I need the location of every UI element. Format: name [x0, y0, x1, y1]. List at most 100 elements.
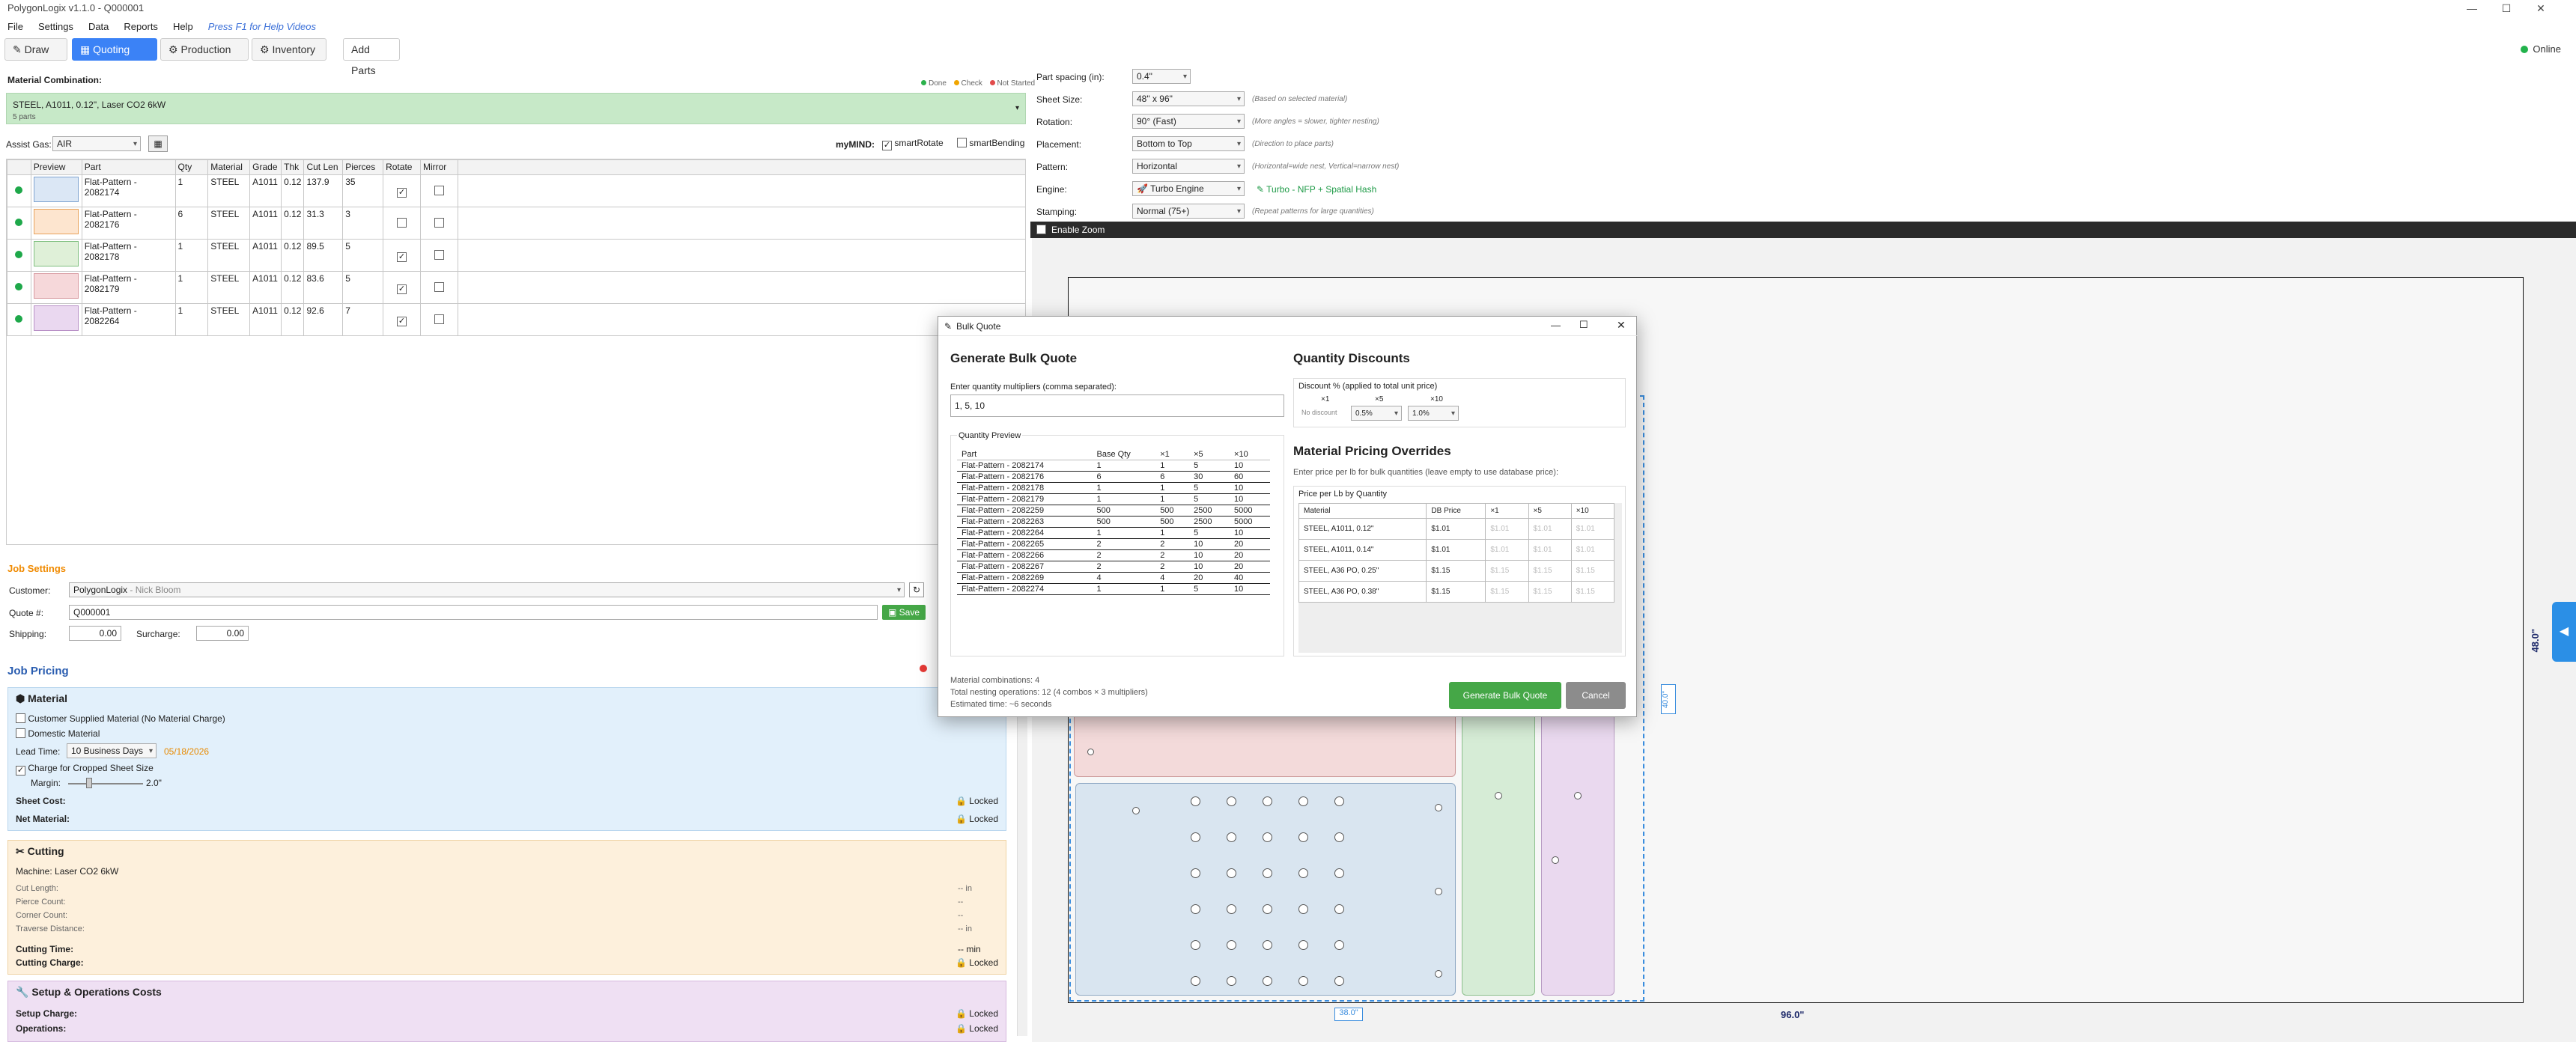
- maximize-icon[interactable]: ☐: [2489, 0, 2524, 16]
- tab-inventory[interactable]: ⚙ Inventory: [252, 38, 326, 61]
- mirror-checkbox[interactable]: [434, 314, 444, 324]
- discount-10-select[interactable]: 1.0%: [1408, 406, 1459, 421]
- col-pierces[interactable]: Pierces: [342, 159, 384, 175]
- rotate-checkbox[interactable]: ✓: [397, 284, 407, 294]
- ppl-override-input[interactable]: $1.15: [1528, 581, 1572, 603]
- col-rotate[interactable]: Rotate: [383, 159, 421, 175]
- sheet-size-select[interactable]: 48" x 96": [1132, 91, 1245, 106]
- crop-toggle[interactable]: ✓ Charge for Cropped Sheet Size: [16, 763, 154, 776]
- table-row[interactable]: Flat-Pattern - 2082178 1 STEEL A1011 0.12 89.…: [7, 239, 1025, 272]
- cell-mirror[interactable]: [419, 174, 458, 207]
- menu-help[interactable]: Help: [165, 18, 201, 32]
- placement-select[interactable]: Bottom to Top: [1132, 136, 1245, 151]
- save-button[interactable]: ▣ Save: [882, 605, 926, 620]
- cell-rotate[interactable]: ✓: [383, 174, 421, 207]
- col-material[interactable]: Material: [207, 159, 251, 175]
- tab-quoting[interactable]: ▦ Quoting: [72, 38, 157, 61]
- quote-number-input[interactable]: Q000001: [69, 605, 878, 620]
- nested-part-blue[interactable]: [1075, 783, 1456, 996]
- pattern-select[interactable]: Horizontal: [1132, 159, 1245, 174]
- refresh-icon[interactable]: ↻: [909, 582, 924, 597]
- mirror-checkbox[interactable]: [434, 218, 444, 228]
- lead-time-select[interactable]: 10 Business Days: [67, 743, 157, 758]
- ppl-override-input[interactable]: $1.01: [1528, 518, 1572, 540]
- close-icon[interactable]: ✕: [2524, 0, 2558, 16]
- engine-select[interactable]: 🚀 Turbo Engine: [1132, 181, 1245, 196]
- generate-bulk-quote-button[interactable]: Generate Bulk Quote: [1449, 682, 1561, 709]
- col-grade[interactable]: Grade: [249, 159, 282, 175]
- col-part[interactable]: Part: [81, 159, 176, 175]
- cell-rotate[interactable]: [383, 207, 421, 240]
- shipping-input[interactable]: 0.00: [69, 626, 121, 641]
- ppl-override-input[interactable]: $1.01: [1570, 518, 1615, 540]
- cell-rotate[interactable]: ✓: [383, 271, 421, 304]
- col-thk[interactable]: Thk: [281, 159, 305, 175]
- menu-reports[interactable]: Reports: [116, 18, 165, 32]
- ppl-override-input[interactable]: $1.01: [1485, 539, 1529, 561]
- dialog-maximize-icon[interactable]: ☐: [1579, 319, 1588, 331]
- rotation-select[interactable]: 90° (Fast): [1132, 114, 1245, 129]
- surcharge-input[interactable]: 0.00: [196, 626, 249, 641]
- col-preview[interactable]: Preview: [30, 159, 82, 175]
- margin-slider-handle[interactable]: [86, 778, 92, 788]
- cell-rotate[interactable]: ✓: [383, 303, 421, 336]
- tab-production[interactable]: ⚙ Production: [160, 38, 249, 61]
- cell-qty: 1: [174, 174, 209, 207]
- mirror-checkbox[interactable]: [434, 186, 444, 195]
- domestic-toggle[interactable]: Domestic Material: [16, 728, 100, 739]
- cell-mirror[interactable]: [419, 207, 458, 240]
- smart-bending-toggle[interactable]: smartBending: [957, 138, 1024, 148]
- minimize-icon[interactable]: —: [2455, 0, 2489, 16]
- ppl-override-input[interactable]: $1.15: [1528, 560, 1572, 582]
- ppl-override-input[interactable]: $1.01: [1528, 539, 1572, 561]
- cell-mirror[interactable]: [419, 303, 458, 336]
- stamping-select[interactable]: Normal (75+): [1132, 204, 1245, 219]
- table-row[interactable]: Flat-Pattern - 2082174 1 STEEL A1011 0.12 137…: [7, 174, 1025, 207]
- ppl-override-input[interactable]: $1.01: [1485, 518, 1529, 540]
- mirror-checkbox[interactable]: [434, 282, 444, 292]
- preview-cell: 2: [1155, 538, 1190, 550]
- margin-slider[interactable]: [68, 783, 143, 784]
- customer-supplied-toggle[interactable]: Customer Supplied Material (No Material …: [16, 713, 225, 724]
- table-row[interactable]: Flat-Pattern - 2082176 6 STEEL A1011 0.12 31.…: [7, 207, 1025, 240]
- table-row[interactable]: Flat-Pattern - 2082179 1 STEEL A1011 0.12 83.…: [7, 271, 1025, 304]
- dialog-close-icon[interactable]: ✕: [1617, 319, 1626, 332]
- calendar-icon[interactable]: ▦: [148, 135, 168, 152]
- menu-settings[interactable]: Settings: [31, 18, 81, 32]
- smart-rotate-toggle[interactable]: ✓ smartRotate: [882, 138, 944, 150]
- material-combination-select[interactable]: STEEL, A1011, 0.12", Laser CO2 6kW 5 par…: [6, 93, 1026, 124]
- ppl-override-input[interactable]: $1.15: [1570, 581, 1615, 603]
- rotate-checkbox[interactable]: [397, 218, 407, 228]
- menu-file[interactable]: File: [0, 18, 31, 32]
- add-parts-button[interactable]: Add Parts: [343, 38, 400, 76]
- assist-gas-select[interactable]: AIR: [52, 136, 141, 151]
- quantity-preview-scroll[interactable]: Part Base Qty ×1 ×5 ×10 Flat-Pattern - 20821…: [957, 449, 1279, 650]
- rotate-checkbox[interactable]: ✓: [397, 187, 407, 198]
- hole-icon: [1263, 832, 1272, 842]
- ppl-override-input[interactable]: $1.01: [1570, 539, 1615, 561]
- ppl-override-input[interactable]: $1.15: [1570, 560, 1615, 582]
- lock-icon: 🔒: [956, 957, 970, 968]
- collapse-panel-icon[interactable]: ◀: [2552, 602, 2576, 662]
- rotate-checkbox[interactable]: ✓: [397, 252, 407, 262]
- dialog-minimize-icon[interactable]: —: [1551, 320, 1561, 331]
- cancel-button[interactable]: Cancel: [1566, 682, 1626, 709]
- col-cut-len[interactable]: Cut Len: [303, 159, 344, 175]
- col-qty[interactable]: Qty: [174, 159, 209, 175]
- col-mirror[interactable]: Mirror: [419, 159, 458, 175]
- table-row[interactable]: Flat-Pattern - 2082264 1 STEEL A1011 0.12 92.…: [7, 303, 1025, 336]
- cell-rotate[interactable]: ✓: [383, 239, 421, 272]
- multiplier-input[interactable]: 1, 5, 10: [950, 394, 1284, 417]
- cell-mirror[interactable]: [419, 271, 458, 304]
- tab-draw[interactable]: ✎ Draw: [4, 38, 67, 61]
- ppl-override-input[interactable]: $1.15: [1485, 560, 1529, 582]
- enable-zoom-checkbox[interactable]: [1036, 225, 1046, 234]
- part-spacing-select[interactable]: 0.4": [1132, 69, 1191, 84]
- rotate-checkbox[interactable]: ✓: [397, 316, 407, 326]
- ppl-override-input[interactable]: $1.15: [1485, 581, 1529, 603]
- customer-select[interactable]: PolygonLogix - Nick Bloom: [69, 582, 905, 597]
- discount-5-select[interactable]: 0.5%: [1351, 406, 1402, 421]
- menu-data[interactable]: Data: [81, 18, 116, 32]
- cell-mirror[interactable]: [419, 239, 458, 272]
- mirror-checkbox[interactable]: [434, 250, 444, 260]
